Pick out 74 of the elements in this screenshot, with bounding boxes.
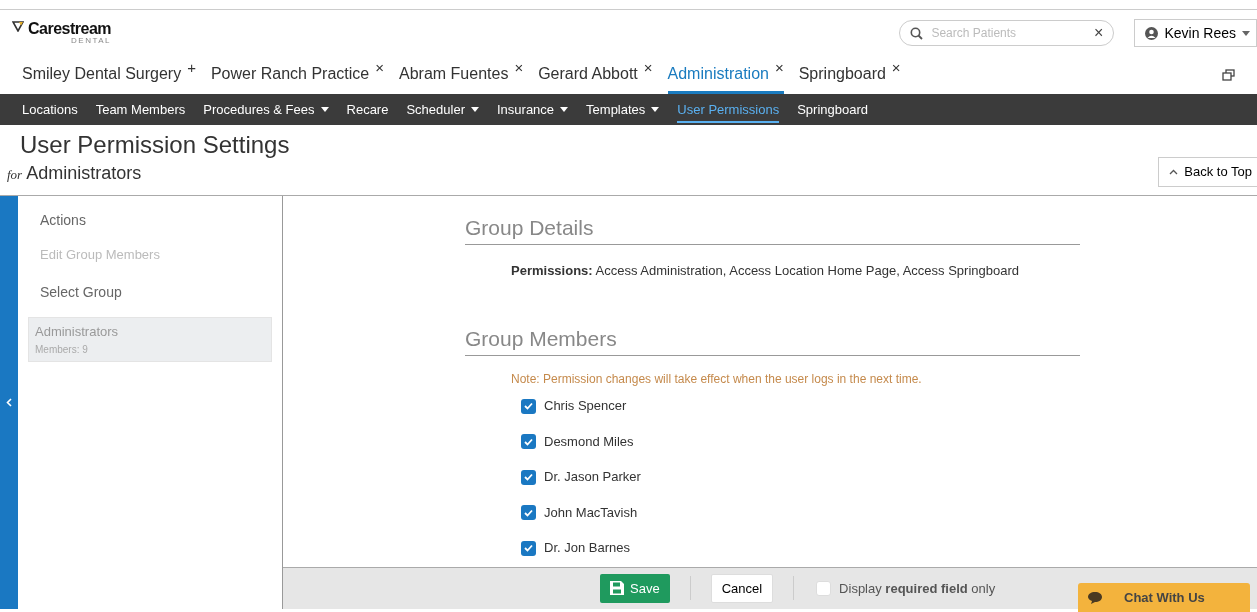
save-button[interactable]: Save [600,573,670,604]
menu-item[interactable]: Procedures & Fees [203,95,329,124]
menu-item-label[interactable]: Scheduler [406,99,465,120]
section-heading: Group Details [465,211,1080,246]
menu-item[interactable]: Springboard [797,95,868,124]
section-heading: Actions [39,210,87,230]
tab-label[interactable]: Springboard [798,62,886,86]
back-to-top-button[interactable]: Back to Top [1158,157,1257,187]
tab[interactable]: Smiley Dental Surgery + [22,56,196,94]
menu-item[interactable]: Locations [22,95,78,124]
tab[interactable]: Gerard Abbott × [538,56,653,94]
page-subtitle: for Administrators [6,161,143,185]
checkbox[interactable] [521,434,536,450]
menu-item[interactable]: Scheduler [406,95,479,124]
search-icon [910,26,924,40]
member-name: Dr. Jon Barnes [544,539,630,558]
tab[interactable]: Power Ranch Practice × [210,56,384,94]
checkbox[interactable] [521,398,536,414]
windows-icon[interactable] [1222,69,1235,81]
tab-label[interactable]: Gerard Abbott [538,62,638,86]
clear-button[interactable]: × [1094,25,1104,41]
member-name: John MacTavish [544,503,638,522]
menu-item[interactable]: Templates [586,95,660,124]
tab-label[interactable]: Power Ranch Practice [210,62,370,86]
user-menu-button[interactable]: Kevin Rees [1134,19,1257,47]
checkbox-label[interactable]: Display required field only [839,578,996,599]
close-tab-button[interactable]: × [891,60,901,75]
menu-item[interactable]: User Permissions [677,95,780,124]
close-tab-button[interactable]: × [514,60,524,75]
note-text: Note: Permission changes will take effect when the user logs in the next time. [510,371,923,389]
checkbox[interactable] [521,540,536,556]
checkbox[interactable] [521,469,536,485]
tab[interactable]: Abram Fuentes × [399,56,524,94]
page-title: User Permission Settings [19,130,291,160]
checkbox[interactable] [521,505,536,521]
tab-label[interactable]: Abram Fuentes [399,62,509,86]
floppy-icon [610,581,624,596]
tab[interactable]: Springboard × [798,56,901,94]
permissions-text: Permissions: Access Administration, Access Location Home Page, Access Springboard [510,262,1020,281]
menu-item[interactable]: Recare [346,95,389,124]
check-icon [524,544,533,553]
menu-item[interactable]: Team Members [95,95,186,124]
menu-item-label[interactable]: Templates [586,99,646,120]
section-heading: Group Members [465,322,1080,357]
chat-bubble-icon [1088,591,1102,604]
tab-label[interactable]: Administration [667,62,769,86]
menu-item-label[interactable]: Insurance [497,99,555,120]
chevron-left-icon [6,397,12,407]
chevron-up-icon [1169,169,1179,176]
user-icon [1145,26,1159,40]
caret-icon [1242,30,1250,36]
close-tab-button[interactable]: × [375,60,384,75]
chat-button[interactable]: Chat With Us [1078,582,1250,612]
check-icon [524,437,533,446]
menu-item-label[interactable]: Procedures & Fees [203,99,315,120]
group-name: Administrators [35,323,120,342]
cancel-button[interactable]: Cancel [710,573,774,604]
member-name: Desmond Miles [544,432,634,451]
check-icon [524,473,533,482]
check-icon [524,508,533,517]
logo-mark-icon [12,21,24,32]
carestream-logo: Carestream DENTAL [12,21,112,45]
add-tab-button[interactable]: + [187,60,196,75]
close-tab-button[interactable]: × [643,60,653,75]
collapse-sidebar-handle[interactable] [0,195,18,609]
tab-label[interactable]: Smiley Dental Surgery [22,62,182,86]
checkbox[interactable] [816,580,832,596]
member-count: Members: 9 [35,342,89,357]
menu-item[interactable]: Insurance [497,95,569,124]
section-heading: Select Group [39,283,123,303]
close-tab-button[interactable]: × [774,60,784,75]
member-name: Chris Spencer [544,397,627,416]
member-name: Dr. Jason Parker [544,468,641,487]
check-icon [524,402,533,411]
